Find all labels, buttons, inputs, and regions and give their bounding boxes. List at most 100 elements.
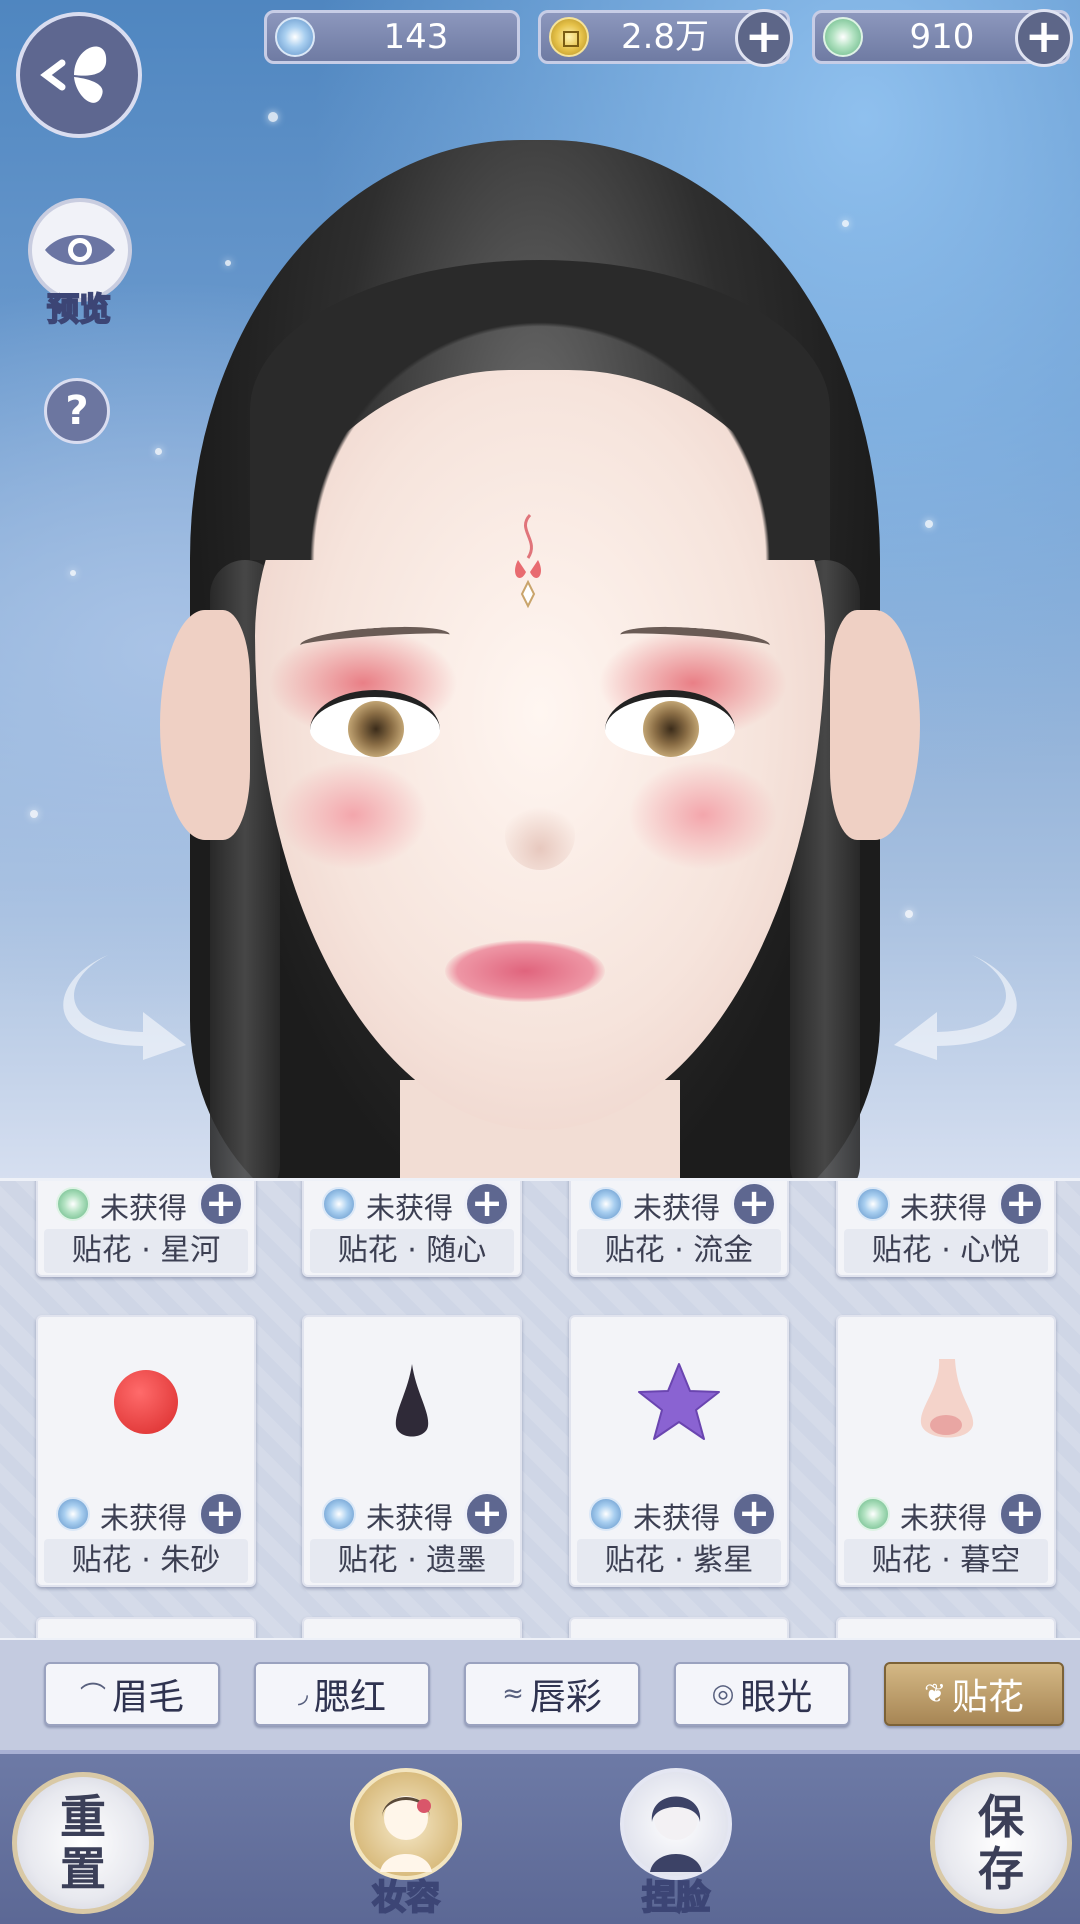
tab-label: 唇彩 <box>529 1677 602 1718</box>
save-label-bottom: 存 <box>978 1842 1024 1896</box>
sparkle <box>155 448 162 455</box>
eye-icon <box>45 235 115 265</box>
rotate-right-arrow-icon[interactable] <box>892 950 1032 1060</box>
tab-label: 眉毛 <box>112 1677 185 1718</box>
character-nose <box>505 800 575 870</box>
add-sticker-button[interactable]: + <box>464 1181 510 1227</box>
flower-icon: ❦ <box>924 1679 946 1709</box>
forehead-sticker <box>515 513 541 609</box>
sparkle <box>925 520 933 528</box>
sticker-card-zixing[interactable]: 未获得 + 贴花 · 紫星 <box>569 1315 789 1587</box>
status-label: 未获得 <box>633 1501 721 1535</box>
blush-icon: ◞ <box>297 1679 309 1709</box>
sticker-card-xinghe[interactable]: 未获得 + 贴花 · 星河 <box>36 1181 256 1277</box>
jade-coin-icon <box>275 17 315 57</box>
tab-eyebrow[interactable]: ⌒ 眉毛 <box>44 1662 220 1726</box>
add-sticker-button[interactable]: + <box>198 1181 244 1227</box>
jade-coin-icon <box>589 1497 623 1531</box>
woman-avatar-icon <box>380 1796 432 1872</box>
add-sticker-button[interactable]: + <box>998 1181 1044 1227</box>
status-label: 未获得 <box>900 1501 988 1535</box>
sticker-grid-panel[interactable]: 未获得 + 贴花 · 星河 未获得 + 贴花 · 随心 未获得 + 贴花 · 流… <box>0 1178 1080 1641</box>
jade-coin-icon <box>322 1497 356 1531</box>
sparkle <box>30 810 38 818</box>
blush-right <box>628 760 778 870</box>
status-label: 未获得 <box>633 1191 721 1225</box>
status-label: 未获得 <box>900 1191 988 1225</box>
rotate-left-arrow-icon[interactable] <box>48 950 188 1060</box>
character-lips <box>445 940 605 1002</box>
sticker-name: 贴花 · 暮空 <box>844 1539 1048 1583</box>
tab-eye-highlight[interactable]: ◎ 眼光 <box>674 1662 850 1726</box>
reset-button[interactable]: 重 置 <box>12 1772 154 1914</box>
bottom-action-bar: 重 置 妆容 捏脸 保 存 <box>0 1750 1080 1924</box>
ink-drop-sticker <box>304 1327 520 1477</box>
add-sticker-button[interactable]: + <box>731 1491 777 1537</box>
butterfly-back-icon <box>40 46 107 103</box>
status-label: 未获得 <box>100 1501 188 1535</box>
blush-left <box>278 760 428 870</box>
sticker-name: 贴花 · 随心 <box>310 1229 514 1273</box>
makeup-mode-button[interactable] <box>350 1768 462 1880</box>
face-sculpt-button[interactable] <box>620 1768 732 1880</box>
currency-value: 143 <box>383 17 449 57</box>
sparkle <box>842 220 849 227</box>
sticker-card-xinyue[interactable]: 未获得 + 贴花 · 心悦 <box>836 1181 1056 1277</box>
status-label: 未获得 <box>100 1191 188 1225</box>
sparkle <box>225 260 231 266</box>
sparkle <box>268 112 278 122</box>
tab-label: 腮红 <box>314 1677 387 1718</box>
jade-coin-icon <box>856 1187 890 1221</box>
add-sticker-button[interactable]: + <box>464 1491 510 1537</box>
jade-coin-icon <box>322 1187 356 1221</box>
currency-jade: 143 <box>264 10 520 64</box>
dragon-jade-icon <box>823 17 863 57</box>
status-label: 未获得 <box>366 1191 454 1225</box>
currency-value: 910 <box>909 17 975 57</box>
makeup-mode-label[interactable]: 妆容 <box>336 1870 476 1919</box>
eyebrow-icon: ⌒ <box>79 1681 106 1712</box>
save-button[interactable]: 保 存 <box>930 1772 1072 1914</box>
character-ear-left <box>160 610 250 840</box>
status-label: 未获得 <box>366 1501 454 1535</box>
help-button[interactable]: ? <box>44 378 110 444</box>
add-sticker-button[interactable]: + <box>998 1491 1044 1537</box>
makeup-category-tabs: ⌒ 眉毛 ◞ 腮红 ≈ 唇彩 ◎ 眼光 ❦ 贴花 <box>0 1638 1080 1752</box>
face-sculpt-label[interactable]: 捏脸 <box>606 1870 746 1919</box>
sticker-name: 贴花 · 紫星 <box>577 1539 781 1583</box>
add-sticker-button[interactable]: + <box>731 1181 777 1227</box>
sticker-card-suixin[interactable]: 未获得 + 贴花 · 随心 <box>302 1181 522 1277</box>
currency-dragon-jade: 910 + <box>812 9 1073 67</box>
save-label-top: 保 <box>978 1790 1024 1844</box>
sticker-card-mukong[interactable]: 未获得 + 贴花 · 暮空 <box>836 1315 1056 1587</box>
sticker-name: 贴花 · 遗墨 <box>310 1539 514 1583</box>
add-gold-button[interactable]: + <box>735 9 793 67</box>
add-sticker-button[interactable]: + <box>198 1491 244 1537</box>
tab-sticker[interactable]: ❦ 贴花 <box>884 1662 1064 1726</box>
sticker-card-zhusha[interactable]: 未获得 + 贴花 · 朱砂 <box>36 1315 256 1587</box>
sparkle <box>70 570 76 576</box>
back-button[interactable] <box>16 12 142 138</box>
tab-lips[interactable]: ≈ 唇彩 <box>464 1662 640 1726</box>
dragon-jade-icon <box>856 1497 890 1531</box>
red-dot-sticker <box>38 1327 254 1477</box>
nose-sticker <box>838 1327 1054 1477</box>
add-jade-button[interactable]: + <box>1015 9 1073 67</box>
preview-label[interactable]: 预览 <box>34 284 124 330</box>
character-preview-scene[interactable] <box>0 0 1080 1180</box>
sticker-card-yimo[interactable]: 未获得 + 贴花 · 遗墨 <box>302 1315 522 1587</box>
lips-icon: ≈ <box>502 1679 524 1709</box>
currency-value: 2.8万 <box>620 17 710 57</box>
tab-label: 眼光 <box>740 1677 813 1718</box>
tab-label: 贴花 <box>951 1677 1024 1718</box>
sparkle <box>905 910 913 918</box>
sticker-card-liujin[interactable]: 未获得 + 贴花 · 流金 <box>569 1181 789 1277</box>
currency-gold: 2.8万 + <box>538 9 793 67</box>
sticker-name: 贴花 · 朱砂 <box>44 1539 248 1583</box>
gold-coin-icon <box>549 17 589 57</box>
sticker-name: 贴花 · 心悦 <box>844 1229 1048 1273</box>
tab-blush[interactable]: ◞ 腮红 <box>254 1662 430 1726</box>
eye-highlight-icon: ◎ <box>711 1679 735 1709</box>
character-ear-right <box>830 610 920 840</box>
sticker-name: 贴花 · 流金 <box>577 1229 781 1273</box>
